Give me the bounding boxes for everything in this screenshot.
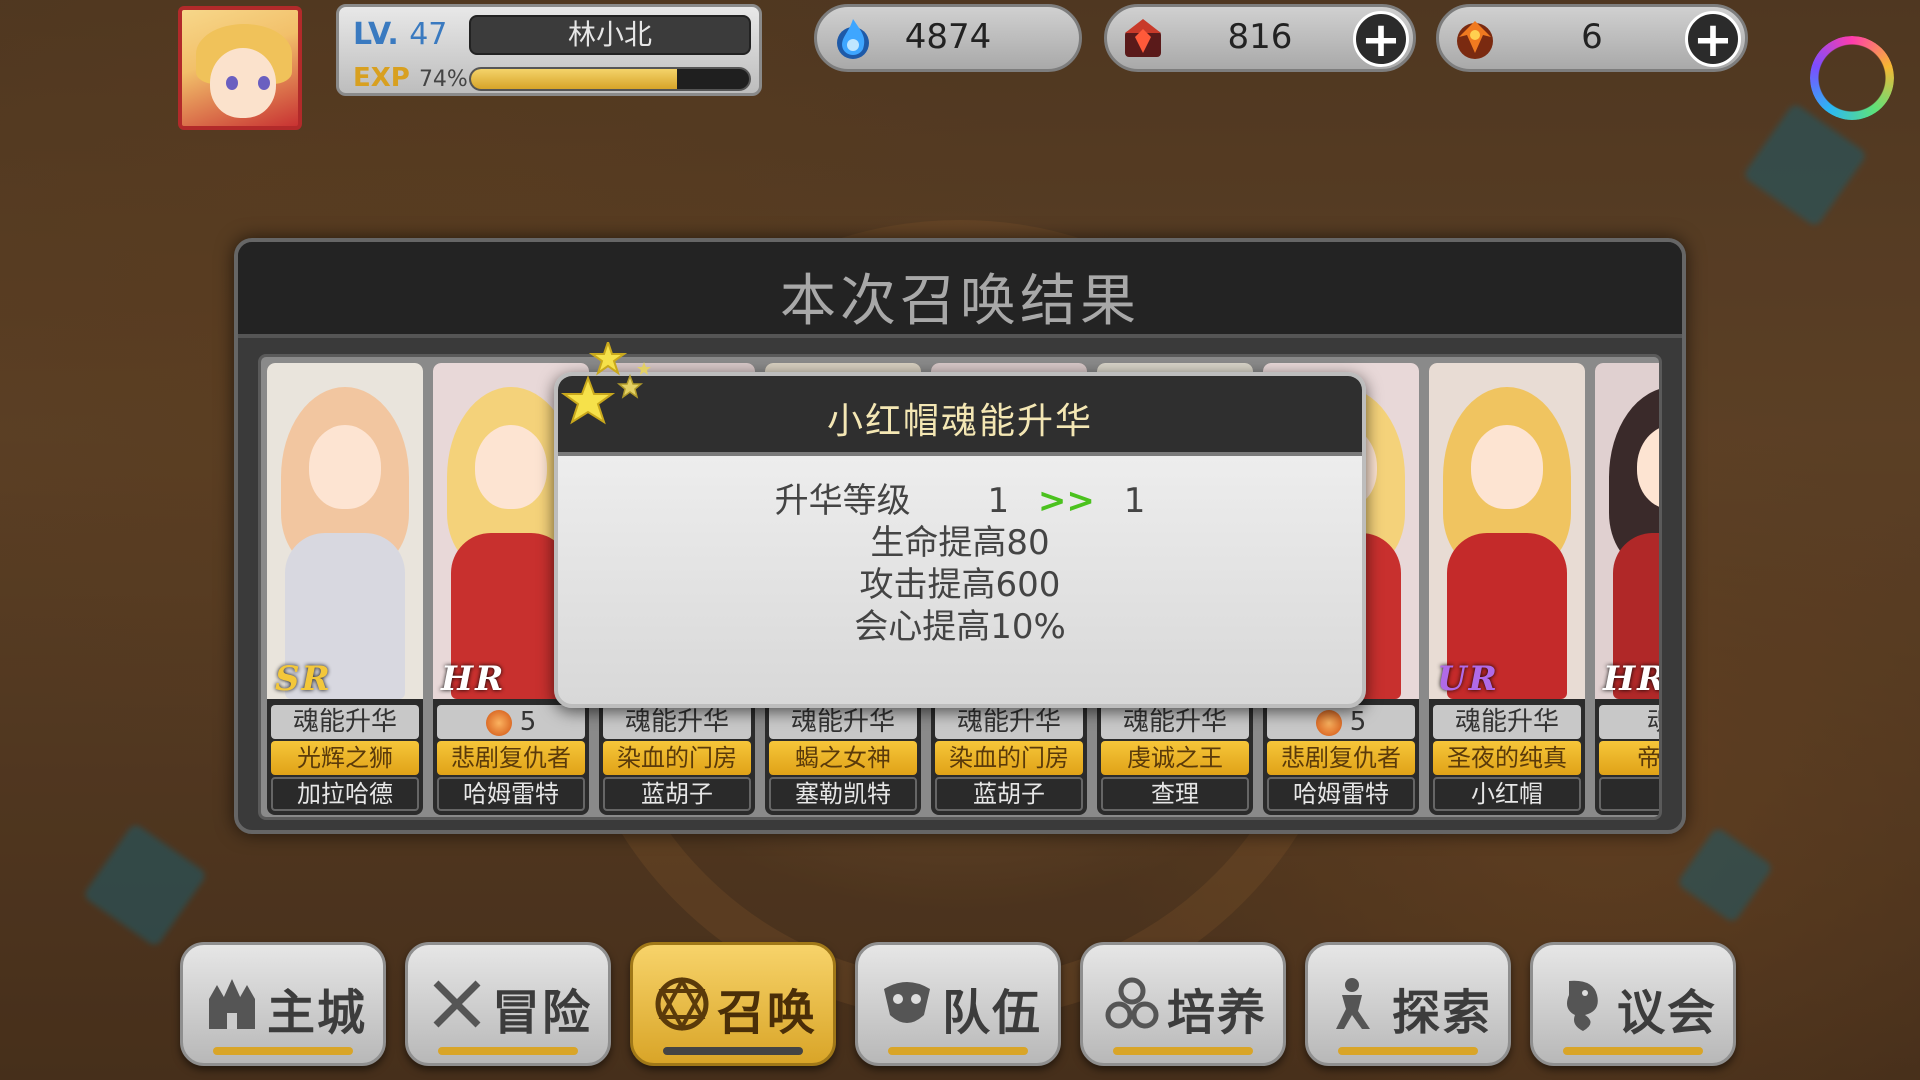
hero-card[interactable]: SR 魂能升华 光辉之狮 加拉哈德 (267, 363, 423, 815)
card-status-tag: 魂能升华 (603, 705, 751, 739)
hero-title: 悲剧复仇者 (437, 741, 585, 775)
nav-castle-button[interactable]: 主城 (180, 942, 386, 1066)
dialog-header: 小红帽魂能升华 (558, 376, 1362, 456)
nav-triple-orb-button[interactable]: 培养 (1080, 942, 1286, 1066)
rarity-badge: SR (275, 659, 332, 699)
hero-name: 凯 (1599, 777, 1659, 811)
stat-crit-row: 会心提高10% (854, 607, 1066, 647)
phoenix-token-count: 6 (1581, 17, 1603, 57)
resource-phoenix-token: 6 + (1436, 4, 1748, 72)
add-phoenix-token-button[interactable]: + (1685, 11, 1741, 67)
crossed-swords-icon (433, 980, 481, 1028)
nav-label: 主城 (267, 985, 368, 1041)
stars-decoration-icon (560, 342, 651, 425)
exp-percent: 74% (418, 67, 468, 92)
nav-label: 培养 (1167, 985, 1268, 1041)
nav-label: 队伍 (942, 985, 1043, 1041)
red-crystal-icon (1125, 19, 1161, 57)
rarity-badge: HR (1603, 659, 1662, 699)
exp-bar-fill (471, 69, 677, 89)
blue-soul-flame-icon (837, 19, 869, 59)
card-status-tag: 魂能 (1599, 705, 1659, 739)
nav-label: 冒险 (492, 985, 593, 1041)
upgrade-level-to: 1 (1123, 481, 1146, 521)
color-ring-menu-icon[interactable] (1810, 36, 1894, 120)
team-mask-icon (884, 982, 930, 1023)
card-status-tag: 5 (1267, 705, 1415, 739)
card-status-tag: 魂能升华 (769, 705, 917, 739)
nav-label: 召唤 (717, 985, 818, 1041)
nav-team-mask-button[interactable]: 队伍 (855, 942, 1061, 1066)
castle-icon (209, 979, 255, 1029)
nav-label: 议会 (1617, 985, 1718, 1041)
hero-name: 塞勒凯特 (769, 777, 917, 811)
hero-title: 染血的门房 (935, 741, 1083, 775)
triple-orb-icon (1105, 977, 1159, 1029)
result-header: 本次召唤结果 (238, 242, 1682, 338)
exp-label: EXP 74% (353, 63, 468, 93)
soul-upgrade-dialog[interactable]: 小红帽魂能升华 升华等级 1 >> 1 生命提高80 攻击提高600 会心提高1… (554, 372, 1366, 708)
hero-title: 虔诚之王 (1101, 741, 1249, 775)
result-title: 本次召唤结果 (780, 269, 1140, 334)
soul-fragment-icon (1315, 709, 1342, 736)
explorer-icon (1336, 978, 1370, 1029)
hero-name: 查理 (1101, 777, 1249, 811)
resource-soul-flame: 4874 (814, 4, 1082, 72)
hero-title: 悲剧复仇者 (1267, 741, 1415, 775)
hero-name: 哈姆雷特 (1267, 777, 1415, 811)
hero-name: 加拉哈德 (271, 777, 419, 811)
nav-explorer-button[interactable]: 探索 (1305, 942, 1511, 1066)
upgrade-level-arrow: >> (1037, 481, 1095, 521)
upgrade-level-from: 1 (987, 481, 1010, 521)
council-dragon-icon (1567, 980, 1598, 1031)
hero-portrait: UR (1429, 363, 1585, 699)
resource-red-crystal: 816 + (1104, 4, 1416, 72)
nav-summon-circle-button[interactable]: 召唤 (630, 942, 836, 1066)
nav-label: 探索 (1392, 985, 1493, 1041)
hero-name: 蓝胡子 (603, 777, 751, 811)
red-crystal-count: 816 (1227, 17, 1293, 57)
level-label: LV. 47 (353, 17, 448, 52)
dialog-body: 升华等级 1 >> 1 生命提高80 攻击提高600 会心提高10% (558, 480, 1362, 648)
player-avatar[interactable] (178, 6, 302, 130)
rarity-badge: UR (1437, 659, 1499, 699)
fragment-count: 5 (1349, 707, 1367, 737)
fragment-count: 5 (519, 707, 537, 737)
phoenix-token-icon (1457, 21, 1493, 59)
hero-portrait: SR (267, 363, 423, 699)
card-status-tag: 魂能升华 (271, 705, 419, 739)
player-name: 林小北 (469, 15, 751, 55)
card-status-tag: 5 (437, 705, 585, 739)
hero-title: 染血的门房 (603, 741, 751, 775)
exp-bar (469, 67, 751, 91)
hero-title: 光辉之狮 (271, 741, 419, 775)
soul-flame-count: 4874 (904, 17, 992, 57)
card-status-tag: 魂能升华 (1433, 705, 1581, 739)
card-status-tag: 魂能升华 (1101, 705, 1249, 739)
summon-circle-icon (655, 976, 709, 1032)
hero-title: 帝国奠 (1599, 741, 1659, 775)
nav-council-dragon-button[interactable]: 议会 (1530, 942, 1736, 1066)
hero-card[interactable]: UR 魂能升华 圣夜的纯真 小红帽 (1429, 363, 1585, 815)
hero-name: 小红帽 (1433, 777, 1581, 811)
hero-card[interactable]: HR 魂能 帝国奠 凯 (1595, 363, 1662, 815)
hero-title: 蝎之女神 (769, 741, 917, 775)
stat-hp-row: 生命提高80 (870, 523, 1050, 563)
rarity-badge: HR (441, 659, 506, 699)
dialog-title: 小红帽魂能升华 (826, 401, 1093, 442)
hero-portrait: HR (1595, 363, 1662, 699)
nav-crossed-swords-button[interactable]: 冒险 (405, 942, 611, 1066)
soul-fragment-icon (485, 709, 512, 736)
hero-name: 蓝胡子 (935, 777, 1083, 811)
hero-title: 圣夜的纯真 (1433, 741, 1581, 775)
hero-name: 哈姆雷特 (437, 777, 585, 811)
card-status-tag: 魂能升华 (935, 705, 1083, 739)
upgrade-level-label: 升华等级 (774, 481, 911, 521)
player-level: 47 (409, 17, 448, 52)
stat-attack-row: 攻击提高600 (859, 565, 1061, 605)
add-red-crystal-button[interactable]: + (1353, 11, 1409, 67)
upgrade-level-row: 升华等级 1 >> 1 (558, 480, 1362, 522)
player-info-panel: LV. 47 林小北 EXP 74% (336, 4, 762, 96)
